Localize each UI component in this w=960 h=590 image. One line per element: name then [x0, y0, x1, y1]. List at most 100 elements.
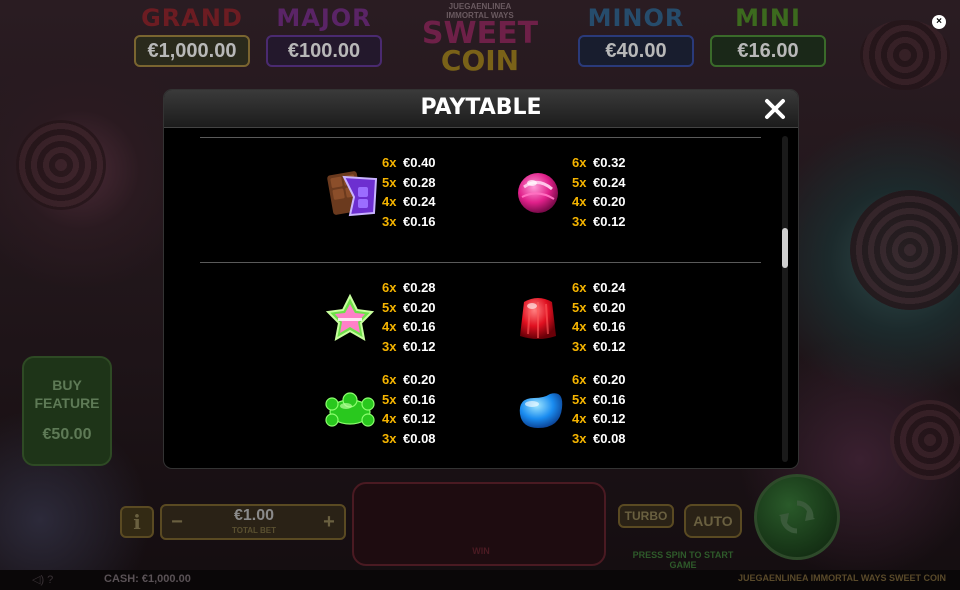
lollipop-decoration [16, 120, 106, 210]
pay-row: 3x €0.12 [572, 212, 662, 232]
paytable-header: PAYTABLE [164, 90, 798, 128]
pay-amount: €0.20 [593, 372, 626, 387]
match-count: 6x [572, 372, 587, 387]
blue-jelly-bean-icon [519, 393, 563, 428]
logo-line: COIN [440, 44, 520, 77]
match-count: 5x [382, 174, 397, 190]
pay-row: 3x €0.16 [382, 212, 472, 232]
match-count: 5x [572, 174, 587, 190]
match-count: 4x [572, 411, 587, 427]
pink-candy-icon [518, 173, 558, 213]
jackpot-name: MINOR [587, 4, 685, 32]
game-logo: JUEGAENLINEA IMMORTAL WAYS SWEET COIN [412, 2, 548, 88]
autoplay-button[interactable]: AUTO [684, 504, 742, 538]
pay-amount: €0.16 [403, 319, 436, 335]
pay-amount: €0.24 [593, 174, 626, 190]
jackpot-name: MINI [735, 4, 801, 32]
pay-amount: €0.12 [593, 411, 626, 427]
pay-row: 4x €0.12 [572, 409, 662, 429]
pay-row: 4x €0.12 [382, 409, 472, 429]
pay-amount: €0.08 [403, 430, 436, 446]
pay-row: 3x €0.12 [382, 337, 472, 357]
pay-row: 5x €0.20 [382, 298, 472, 318]
match-count: 6x [382, 155, 397, 170]
jackpot-amount: €1,000.00 [134, 35, 250, 67]
star-candy-icon [325, 293, 375, 341]
spin-arrows-icon [779, 500, 815, 534]
sound-help-icons[interactable]: ◁) ? [32, 573, 53, 586]
pay-row: 6x €0.20 [572, 370, 662, 390]
logo-line: JUEGAENLINEA [448, 2, 512, 11]
lollipop-decoration [860, 20, 950, 90]
pay-row: 4x €0.20 [572, 192, 662, 212]
chocolate-bar-icon [327, 171, 378, 217]
bet-label: TOTAL BET [232, 526, 276, 535]
game-name: JUEGAENLINEA IMMORTAL WAYS SWEET COIN [737, 573, 946, 583]
match-count: 6x [572, 280, 587, 295]
pay-amount: €0.08 [593, 430, 626, 446]
spin-button[interactable] [754, 474, 840, 560]
match-count: 6x [382, 372, 397, 387]
info-button[interactable]: i [120, 506, 154, 538]
close-icon[interactable] [762, 96, 788, 122]
buy-feature-price: €50.00 [42, 426, 92, 443]
paytable-entry: 6x €0.40 5x €0.28 4x €0.24 3x €0.16 [320, 153, 480, 233]
match-count: 5x [382, 299, 397, 315]
pay-row: 3x €0.08 [572, 429, 662, 449]
pay-row: 6x €0.24 [572, 278, 662, 298]
status-bar: ◁) ? CASH: €1,000.00 JUEGAENLINEA IMMORT… [0, 570, 960, 590]
match-count: 6x [382, 280, 397, 295]
match-count: 5x [382, 391, 397, 407]
pay-amount: €0.16 [593, 391, 626, 407]
match-count: 4x [382, 411, 397, 427]
jackpot-mini: MINI €16.00 [710, 4, 826, 67]
match-count: 3x [382, 430, 397, 446]
pay-row: 5x €0.28 [382, 173, 472, 193]
win-label: WIN [472, 546, 490, 556]
pay-amount: €0.28 [403, 174, 436, 190]
bet-minus-button[interactable]: − [168, 512, 186, 532]
pay-amount: €0.12 [403, 411, 436, 427]
pay-amount: €0.28 [403, 280, 436, 295]
divider [200, 262, 761, 263]
pay-amount: €0.16 [403, 391, 436, 407]
scrollbar-track[interactable] [782, 136, 788, 462]
paytable-title: PAYTABLE [420, 95, 542, 120]
match-count: 4x [382, 194, 397, 210]
pay-row: 5x €0.20 [572, 298, 662, 318]
close-game-icon[interactable]: × [932, 15, 946, 29]
scrollbar-thumb[interactable] [782, 228, 788, 268]
jackpot-amount: €100.00 [266, 35, 382, 67]
bet-panel: − €1.00 TOTAL BET + [160, 504, 346, 540]
match-count: 3x [572, 338, 587, 354]
pay-row: 6x €0.28 [382, 278, 472, 298]
press-spin-hint: PRESS SPIN TO START GAME [632, 550, 734, 570]
match-count: 3x [572, 213, 587, 229]
jackpot-name: GRAND [141, 4, 243, 32]
pay-row: 4x €0.24 [382, 192, 472, 212]
paytable-entry: 6x €0.32 5x €0.24 4x €0.20 3x €0.12 [510, 153, 670, 233]
pay-amount: €0.24 [403, 194, 436, 210]
turbo-button[interactable]: TURBO [618, 504, 674, 528]
pay-amount: €0.24 [593, 280, 626, 295]
match-count: 3x [382, 213, 397, 229]
pay-row: 6x €0.40 [382, 153, 472, 173]
bet-plus-button[interactable]: + [320, 512, 338, 532]
pay-amount: €0.20 [403, 372, 436, 387]
jackpot-amount: €16.00 [710, 35, 826, 67]
divider [200, 137, 761, 138]
red-jelly-icon [520, 298, 556, 339]
match-count: 5x [572, 299, 587, 315]
lollipop-decoration [890, 400, 960, 480]
pay-row: 3x €0.08 [382, 429, 472, 449]
pay-row: 4x €0.16 [572, 317, 662, 337]
match-count: 3x [382, 338, 397, 354]
win-panel: WIN [352, 482, 606, 566]
buy-feature-button[interactable]: BUY FEATURE €50.00 [22, 356, 112, 466]
pay-row: 5x €0.24 [572, 173, 662, 193]
buy-feature-label: BUY [52, 377, 82, 393]
pay-amount: €0.12 [403, 338, 436, 354]
paytable-entry: 6x €0.24 5x €0.20 4x €0.16 3x €0.12 [510, 278, 670, 358]
match-count: 6x [572, 155, 587, 170]
pay-amount: €0.20 [593, 299, 626, 315]
